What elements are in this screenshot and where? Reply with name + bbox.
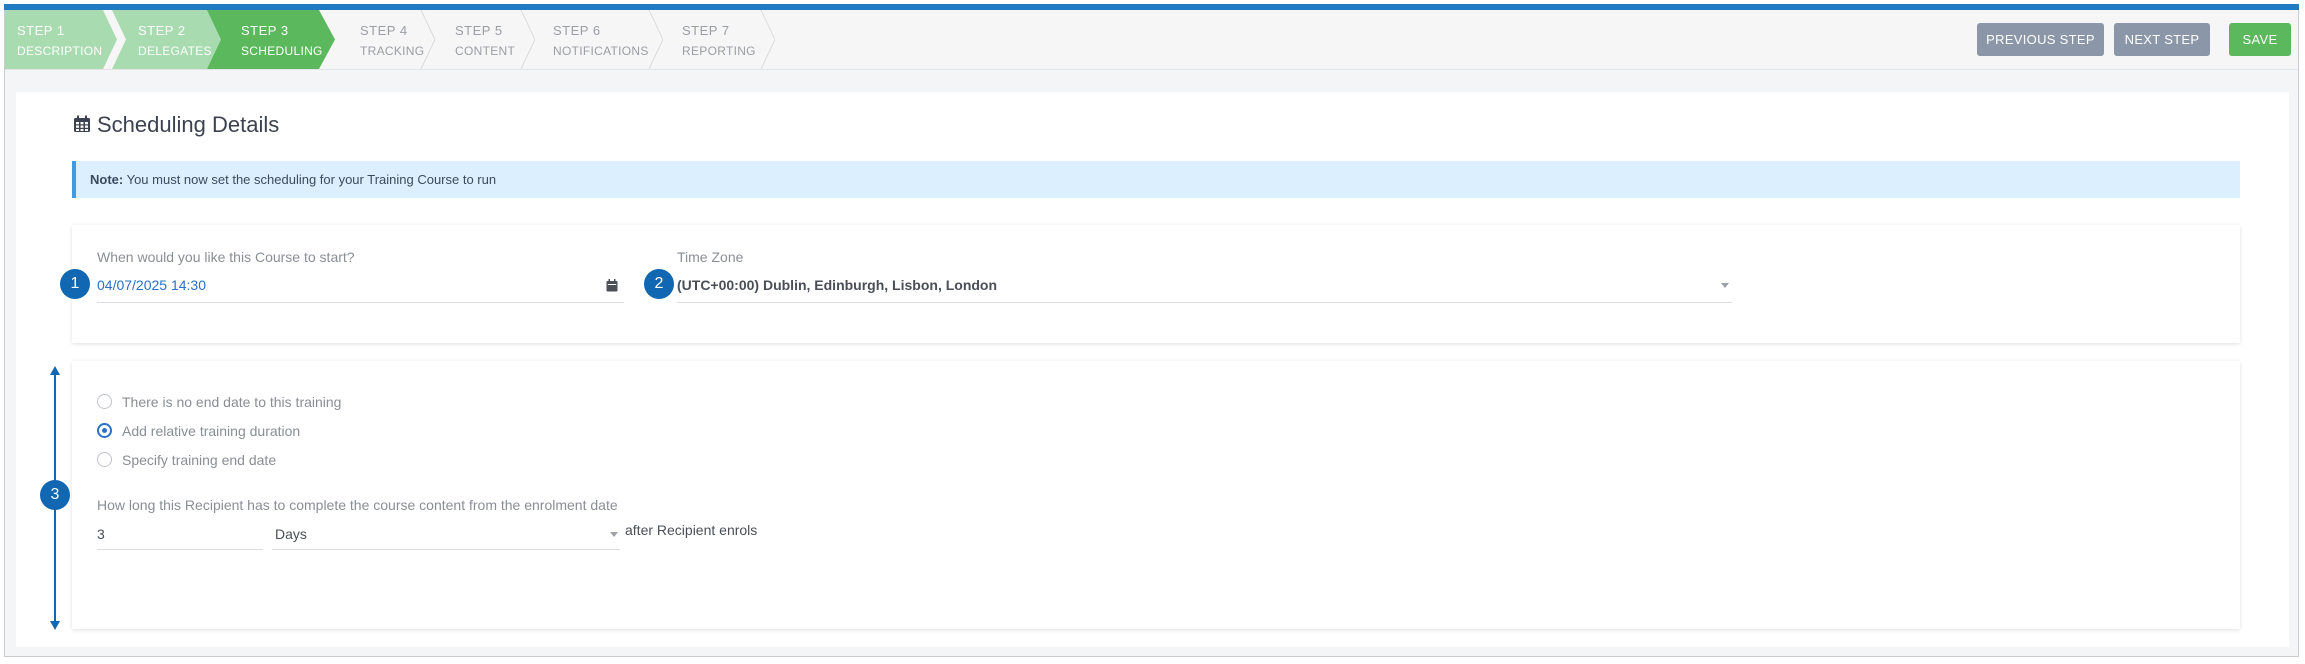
page-title: Scheduling Details (73, 112, 279, 138)
note-text: You must now set the scheduling for your… (123, 172, 497, 187)
step-3-number: STEP 3 (241, 23, 289, 38)
radio-no-end-date[interactable] (97, 394, 112, 409)
radio-specify-end-date-label: Specify training end date (122, 452, 277, 468)
step-marker-3: 3 (40, 480, 70, 510)
chevron-down-icon[interactable] (1721, 283, 1729, 289)
radio-no-end-date-label: There is no end date to this training (122, 394, 342, 410)
step-4-tracking[interactable]: STEP 4 TRACKING (335, 10, 435, 69)
duration-amount-underline (97, 549, 263, 550)
previous-step-button[interactable]: PREVIOUS STEP (1977, 23, 2104, 56)
radio-relative-duration-label: Add relative training duration (122, 423, 301, 439)
radio-specify-end-date[interactable] (97, 452, 112, 467)
step-5-number: STEP 5 (455, 23, 503, 38)
step-1-description[interactable]: STEP 1 DESCRIPTION (5, 10, 117, 69)
step-wizard-bar: STEP 1 DESCRIPTION STEP 2 DELEGATES STEP… (5, 10, 2298, 70)
step-6-label: NOTIFICATIONS (553, 44, 649, 58)
step-3-scheduling[interactable]: STEP 3 SCHEDULING (207, 10, 335, 69)
step-4-label: TRACKING (360, 44, 425, 58)
start-card (72, 225, 2240, 343)
start-date-input[interactable]: 04/07/2025 14:30 (97, 277, 206, 293)
step-7-reporting[interactable]: STEP 7 REPORTING (663, 10, 775, 69)
calendar-icon (74, 115, 90, 132)
duration-card (72, 361, 2240, 629)
duration-unit-select[interactable]: Days (275, 526, 307, 542)
calendar-picker-icon[interactable] (606, 279, 618, 292)
step-7-label: REPORTING (682, 44, 756, 58)
step-6-number: STEP 6 (553, 23, 601, 38)
save-button[interactable]: SAVE (2229, 23, 2291, 56)
duration-unit-underline (272, 549, 620, 550)
start-date-label: When would you like this Course to start… (97, 249, 355, 265)
step-4-number: STEP 4 (360, 23, 408, 38)
page-title-text: Scheduling Details (97, 112, 280, 137)
duration-amount-input[interactable]: 3 (97, 526, 105, 542)
step-5-content[interactable]: STEP 5 CONTENT (435, 10, 535, 69)
unit-chevron-down-icon[interactable] (610, 532, 618, 538)
duration-suffix: after Recipient enrols (625, 522, 758, 538)
step-6-notifications[interactable]: STEP 6 NOTIFICATIONS (535, 10, 663, 69)
timezone-select[interactable]: (UTC+00:00) Dublin, Edinburgh, Lisbon, L… (677, 277, 997, 293)
step-marker-1: 1 (60, 269, 90, 299)
start-date-underline (97, 302, 624, 303)
timezone-label: Time Zone (677, 249, 744, 265)
step-1-number: STEP 1 (17, 23, 65, 38)
note-prefix: Note: (90, 172, 124, 187)
duration-label: How long this Recipient has to complete … (97, 497, 618, 513)
timezone-underline (677, 302, 1732, 303)
note-banner: Note: You must now set the scheduling fo… (72, 161, 2240, 198)
step-1-label: DESCRIPTION (17, 44, 103, 58)
step-7-number: STEP 7 (682, 23, 730, 38)
radio-relative-duration[interactable] (97, 423, 112, 438)
step-3-label: SCHEDULING (241, 44, 323, 58)
step-marker-2: 2 (644, 269, 674, 299)
step-5-label: CONTENT (455, 44, 516, 58)
next-step-button[interactable]: NEXT STEP (2114, 23, 2210, 56)
